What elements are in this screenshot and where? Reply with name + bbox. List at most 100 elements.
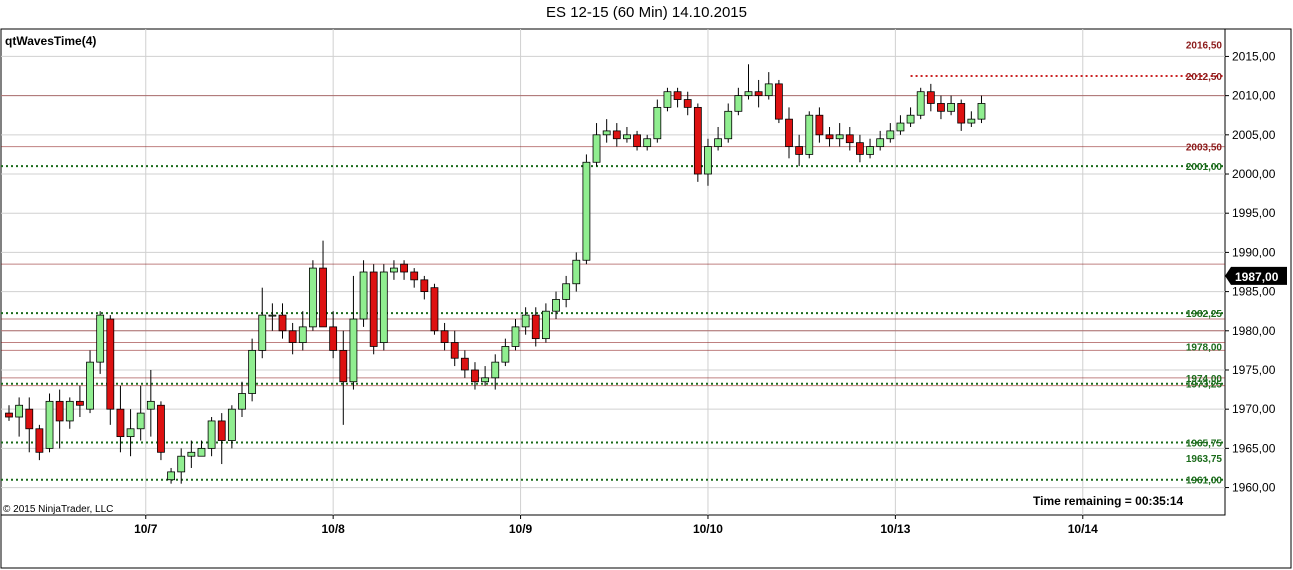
candle-body: [531, 314, 540, 340]
candle-body: [967, 118, 976, 124]
candle-body: [55, 400, 64, 422]
candle: [582, 154, 591, 265]
x-tick-label: 10/9: [509, 522, 533, 536]
y-tick-label: 2015,00: [1232, 49, 1276, 63]
candle-body: [248, 349, 257, 394]
candle-body: [501, 346, 510, 363]
candle: [693, 103, 702, 182]
candle-body: [521, 314, 530, 328]
candle-body: [926, 91, 935, 104]
candle-body: [430, 287, 439, 332]
candle-body: [886, 130, 895, 140]
candle-body: [116, 408, 125, 438]
candle-body: [197, 447, 206, 457]
candle-body: [937, 103, 945, 112]
candle-body: [157, 404, 165, 453]
candle-body: [106, 318, 115, 410]
candle: [916, 87, 925, 120]
candle-body: [541, 310, 550, 340]
current-price-label: 1987,00: [1235, 270, 1279, 284]
y-tick-label: 2000,00: [1232, 167, 1276, 181]
candle-body: [65, 400, 74, 422]
candle-body: [86, 361, 94, 410]
candle: [805, 111, 814, 159]
candle-body: [329, 326, 338, 351]
candle-body: [815, 114, 824, 136]
candle-body: [612, 130, 621, 140]
candle-body: [349, 318, 358, 383]
candle-body: [471, 369, 479, 383]
candle-body: [866, 146, 874, 155]
candle-body: [653, 106, 662, 140]
x-tick-label: 10/8: [321, 522, 345, 536]
candle-body: [693, 106, 702, 175]
level-label: 1982,25: [1186, 309, 1223, 320]
candle-body: [592, 134, 601, 163]
level-label: 2003,50: [1186, 143, 1223, 154]
level-label: 1973,25: [1186, 380, 1223, 391]
candle-body: [947, 103, 955, 112]
candle: [45, 393, 54, 453]
candle-body: [633, 134, 641, 147]
candle-body: [481, 377, 490, 383]
candle-body: [319, 267, 327, 328]
candle-body: [643, 138, 652, 147]
y-tick-label: 1965,00: [1232, 441, 1276, 455]
candle-body: [825, 134, 834, 140]
x-tick-label: 10/14: [1068, 522, 1098, 536]
candle-body: [400, 263, 408, 273]
candle: [308, 260, 317, 331]
level-label: 2012,50: [1186, 72, 1223, 83]
candle-body: [511, 326, 520, 347]
candlestick-chart[interactable]: 1960,00 1965,00 1970,00 1975,00 1980,00 1985,…: [0, 0, 1293, 570]
level-label: 2016,50: [1186, 41, 1223, 52]
candle-body: [876, 138, 885, 147]
candle-body: [764, 83, 773, 97]
candle-body: [308, 267, 317, 328]
candle-body: [258, 314, 267, 351]
candle-body: [805, 114, 814, 155]
candle-body: [96, 314, 105, 363]
candle-body: [379, 271, 388, 343]
candle-body: [35, 428, 44, 453]
candle-body: [734, 95, 743, 112]
candle: [774, 79, 783, 124]
candle-body: [491, 361, 500, 379]
candle-body: [440, 330, 449, 343]
y-tick-label: 1995,00: [1232, 206, 1276, 220]
candle-body: [217, 420, 226, 441]
candle-body: [410, 271, 419, 281]
candle-body: [724, 110, 733, 140]
candle-body: [744, 91, 753, 97]
candle-body: [268, 314, 277, 317]
candle-body: [663, 91, 672, 108]
candle: [157, 401, 165, 461]
level-label: 1961,00: [1186, 476, 1223, 487]
y-tick-label: 1980,00: [1232, 324, 1276, 338]
candle-body: [774, 83, 783, 120]
candle-body: [45, 400, 54, 449]
candle-body: [572, 259, 581, 285]
candle-body: [420, 279, 429, 292]
candle-body: [916, 91, 925, 116]
candle-body: [227, 408, 236, 441]
candle-body: [278, 314, 287, 332]
candle: [430, 283, 439, 335]
copyright-text: © 2015 NinjaTrader, LLC: [3, 504, 113, 515]
candle-body: [714, 138, 722, 147]
candle-body: [76, 400, 84, 406]
candle-body: [369, 271, 378, 347]
candle-body: [390, 267, 398, 273]
candle: [106, 315, 115, 425]
candle-body: [207, 420, 216, 449]
level-label: 2001,00: [1186, 162, 1223, 173]
candle-body: [552, 299, 560, 312]
candle-body: [460, 357, 469, 371]
x-tick-label: 10/10: [693, 522, 723, 536]
candle-body: [450, 342, 459, 359]
candle-body: [25, 408, 34, 430]
x-tick-label: 10/7: [134, 522, 158, 536]
candle-body: [15, 404, 24, 418]
candle-body: [602, 130, 611, 136]
candle-body: [146, 400, 155, 410]
